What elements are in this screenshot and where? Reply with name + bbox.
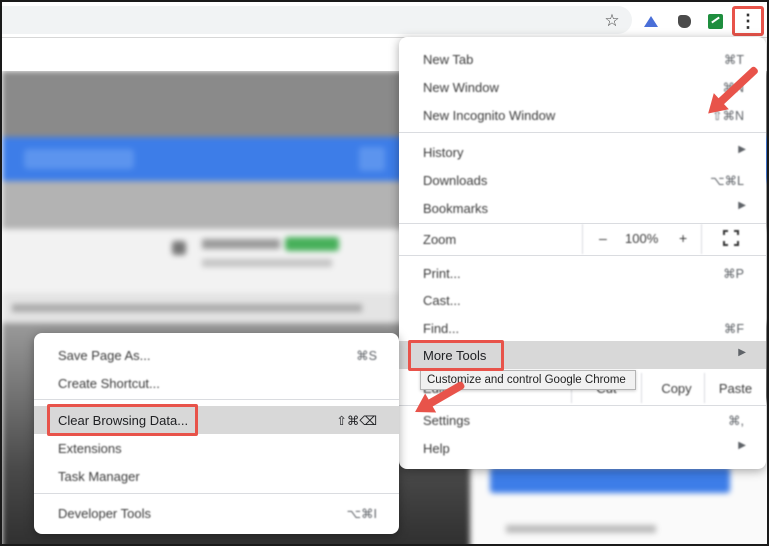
copy-button[interactable]: Copy <box>641 373 711 403</box>
menu-separator <box>34 493 399 494</box>
menu-item-downloads[interactable]: Downloads ⌥⌘L <box>399 166 766 194</box>
zoom-in-button[interactable]: + <box>679 230 687 246</box>
page-card-subtitle <box>202 259 332 267</box>
zoom-label: Zoom <box>423 232 457 247</box>
page-blue-square <box>359 147 385 171</box>
annotation-box-more-tools <box>408 340 504 371</box>
browser-toolbar: ☆ ⋮ <box>2 2 767 38</box>
page-card-badge <box>285 237 339 251</box>
menu-separator <box>34 399 399 400</box>
extension-puzzle-icon[interactable] <box>673 10 695 32</box>
submenu-item-developer-tools[interactable]: Developer Tools ⌥⌘I <box>34 499 399 527</box>
page-card-title <box>202 239 280 249</box>
page-card-icon <box>172 241 186 255</box>
zoom-level: 100% <box>625 231 659 246</box>
menu-item-print[interactable]: Print... ⌘P <box>399 259 766 287</box>
submenu-item-extensions[interactable]: Extensions <box>34 434 399 462</box>
annotation-box-clear-browsing-data <box>47 404 198 436</box>
star-icon[interactable]: ☆ <box>601 10 623 32</box>
chevron-right-icon: ▶ <box>738 200 746 211</box>
menu-item-help[interactable]: Help ▶ <box>399 434 766 462</box>
chevron-right-icon: ▶ <box>738 440 746 451</box>
menu-item-settings[interactable]: Settings ⌘, <box>399 406 766 434</box>
page-blue-pill <box>24 149 134 169</box>
menu-separator <box>399 132 766 133</box>
menu-separator <box>399 255 766 256</box>
zoom-row: Zoom – 100% + <box>399 224 766 254</box>
fullscreen-icon[interactable] <box>723 230 739 246</box>
zoom-out-button[interactable]: – <box>599 230 607 246</box>
extension-triangle-icon[interactable] <box>640 10 662 32</box>
submenu-item-save-page-as[interactable]: Save Page As... ⌘S <box>34 341 399 369</box>
menu-item-history[interactable]: History ▶ <box>399 138 766 166</box>
page-right-text <box>506 525 656 533</box>
chevron-right-icon: ▶ <box>738 347 746 358</box>
page-right-button <box>490 467 730 493</box>
zoom-controls: – 100% + <box>582 224 702 254</box>
menu-item-find[interactable]: Find... ⌘F <box>399 314 766 342</box>
menu-item-bookmarks[interactable]: Bookmarks ▶ <box>399 194 766 222</box>
extension-sheets-icon[interactable] <box>704 10 726 32</box>
paste-button[interactable]: Paste <box>704 373 766 403</box>
chrome-menu-button[interactable]: ⋮ <box>732 6 764 36</box>
menu-item-cast[interactable]: Cast... <box>399 286 766 314</box>
chevron-right-icon: ▶ <box>738 144 746 155</box>
menu-item-new-tab[interactable]: New Tab ⌘T <box>399 45 766 73</box>
submenu-item-task-manager[interactable]: Task Manager <box>34 462 399 490</box>
screenshot-frame: ☆ ⋮ New Tab ⌘T New Window ⌘N New Incogni… <box>0 0 769 546</box>
address-bar[interactable] <box>2 6 632 34</box>
kebab-menu-icon: ⋮ <box>739 11 757 31</box>
submenu-item-create-shortcut[interactable]: Create Shortcut... <box>34 369 399 397</box>
